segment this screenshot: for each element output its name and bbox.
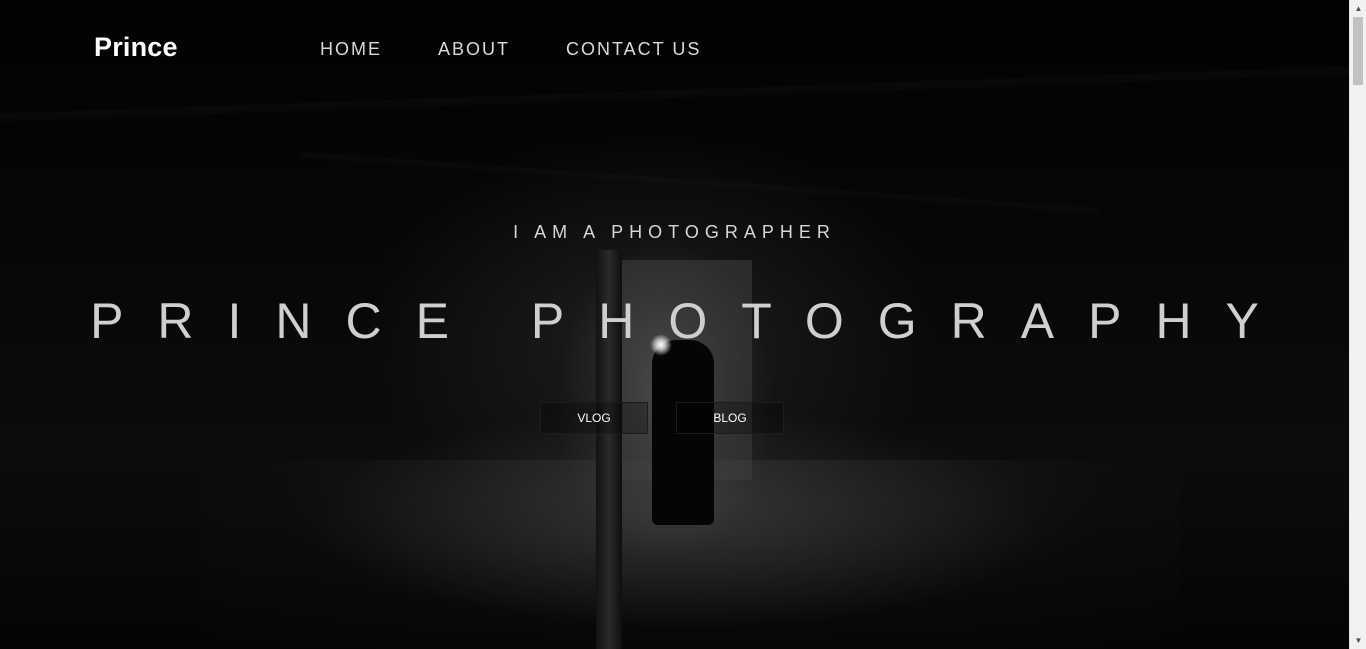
- hero-button-group: VLOG BLOG: [540, 402, 784, 434]
- vertical-scrollbar[interactable]: ▲ ▼: [1349, 0, 1366, 649]
- scrollbar-thumb[interactable]: [1353, 17, 1363, 85]
- main-nav: HOME ABOUT CONTACT US: [320, 38, 757, 60]
- site-logo[interactable]: Prince: [94, 32, 178, 63]
- site-header: Prince HOME ABOUT CONTACT US: [0, 0, 1349, 98]
- hero-tagline: I AM A PHOTOGRAPHER: [513, 222, 836, 242]
- nav-contact-link[interactable]: CONTACT US: [566, 38, 701, 60]
- hero-title: PRINCE PHOTOGRAPHY: [90, 293, 1293, 349]
- ceiling-beam: [300, 152, 1100, 214]
- vlog-button[interactable]: VLOG: [540, 402, 648, 434]
- nav-about-link[interactable]: ABOUT: [438, 38, 510, 60]
- chevron-down-icon[interactable]: ▼: [1350, 632, 1366, 649]
- blog-button[interactable]: BLOG: [676, 402, 784, 434]
- nav-home-link[interactable]: HOME: [320, 38, 382, 60]
- page-viewport: Prince HOME ABOUT CONTACT US I AM A PHOT…: [0, 0, 1349, 649]
- chevron-up-icon[interactable]: ▲: [1350, 0, 1366, 17]
